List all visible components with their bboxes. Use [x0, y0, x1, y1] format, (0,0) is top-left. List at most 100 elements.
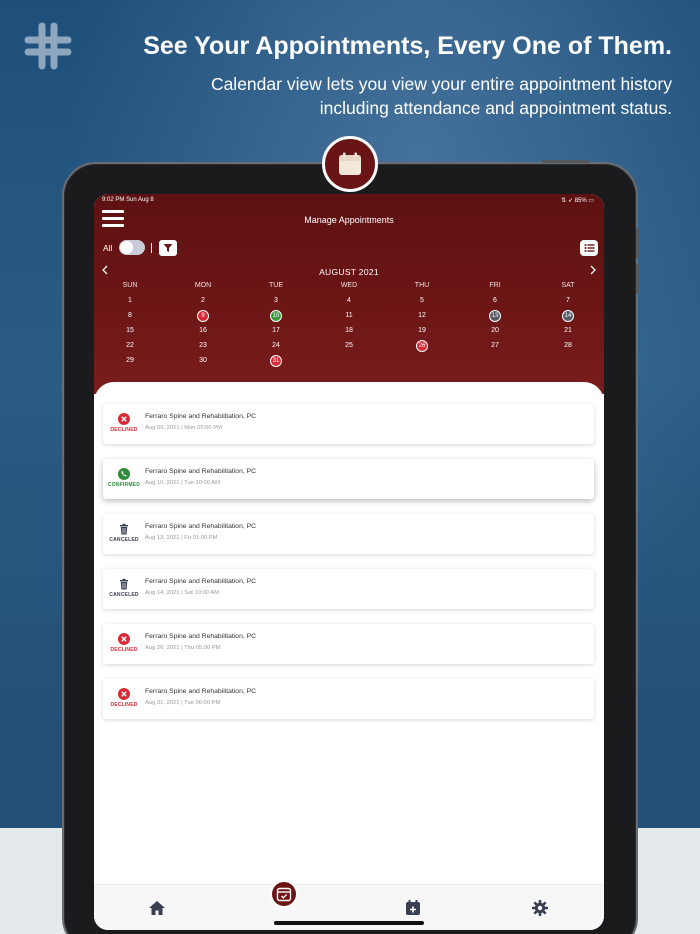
calendar-day[interactable]: 12: [412, 310, 432, 322]
calendar-day[interactable]: 7: [558, 295, 578, 307]
clinic-name: Ferraro Spine and Rehabilitation, PC: [145, 468, 257, 475]
home-indicator: [274, 921, 424, 925]
calendar-day[interactable]: 22: [120, 340, 140, 352]
clinic-name: Ferraro Spine and Rehabilitation, PC: [145, 413, 257, 420]
list-icon: [584, 244, 594, 252]
week-row: 29 30 31: [94, 355, 604, 370]
clinic-name: Ferraro Spine and Rehabilitation, PC: [145, 688, 257, 695]
weekday-label: FRI: [489, 282, 501, 289]
weekday-label: SAT: [561, 282, 575, 289]
calendar-day[interactable]: 26: [416, 340, 428, 352]
weekday-row: SUN MON TUE WED THU FRI SAT: [94, 280, 604, 295]
appointment-list: DECLINED Ferraro Spine and Rehabilitation…: [94, 382, 604, 930]
volume-button: [636, 228, 639, 258]
appointment-card[interactable]: DECLINED Ferraro Spine and Rehabilitation…: [103, 679, 594, 719]
x-circle-icon: [118, 632, 130, 645]
weekday-label: TUE: [269, 282, 283, 289]
week-row: 8 9 10 11 12 13 14: [94, 310, 604, 325]
calendar-day[interactable]: 16: [193, 325, 213, 337]
calendar-day[interactable]: 6: [485, 295, 505, 307]
appointment-datetime: Aug 10, 2021 | Tue 10:00 AM: [145, 480, 220, 486]
all-toggle[interactable]: [119, 240, 145, 255]
power-button: [542, 160, 590, 163]
calendar-day[interactable]: 29: [120, 355, 140, 367]
calendar-day[interactable]: 24: [266, 340, 286, 352]
trash-icon: [118, 577, 130, 590]
appointment-datetime: Aug 26, 2021 | Thu 05:00 PM: [145, 645, 221, 651]
calendar-day[interactable]: 28: [558, 340, 578, 352]
calendar-day[interactable]: 9: [197, 310, 209, 322]
calendar-day[interactable]: 30: [193, 355, 213, 367]
filter-icon: [163, 244, 173, 252]
appointment-card[interactable]: CONFIRMED Ferraro Spine and Rehabilitatio…: [103, 459, 594, 499]
calendar-day[interactable]: 8: [120, 310, 140, 322]
brand-logo-icon: [24, 22, 72, 70]
calendar-day[interactable]: 10: [270, 310, 282, 322]
calendar-day[interactable]: 27: [485, 340, 505, 352]
filter-button[interactable]: [159, 240, 177, 256]
appointment-card[interactable]: CANCELED Ferraro Spine and Rehabilitation…: [103, 569, 594, 609]
promo-subline: Calendar view lets you view your entire …: [210, 74, 672, 118]
x-circle-icon: [118, 412, 130, 425]
x-circle-icon: [118, 687, 130, 700]
calendar-day[interactable]: 15: [120, 325, 140, 337]
status-label: CANCELED: [109, 537, 139, 543]
appointment-datetime: Aug 13, 2021 | Fri 01:00 PM: [145, 535, 218, 541]
calendar-icon: [339, 152, 361, 175]
calendar-grid: SUN MON TUE WED THU FRI SAT 1 2 3 4 5 6 7 8 9 10 11 12 13 14…: [94, 280, 604, 370]
appointment-card[interactable]: DECLINED Ferraro Spine and Rehabilitation…: [103, 624, 594, 664]
week-row: 1 2 3 4 5 6 7: [94, 295, 604, 310]
calendar-day[interactable]: 18: [339, 325, 359, 337]
toggle-knob: [120, 241, 133, 254]
app-screen: 9:02 PM Sun Aug 8 ⇅ ➶ 85% ▭ Manage Appoi…: [94, 194, 604, 930]
weekday-label: WED: [340, 282, 358, 289]
next-month-button[interactable]: [589, 264, 597, 278]
calendar-plus-icon[interactable]: [404, 899, 422, 917]
month-label: AUGUST 2021: [319, 267, 379, 277]
promo-headline: See Your Appointments, Every One of Them…: [143, 32, 672, 60]
calendar-day[interactable]: 4: [339, 295, 359, 307]
appointment-datetime: Aug 09, 2021 | Mon 05:00 PM: [145, 425, 222, 431]
appointment-card[interactable]: CANCELED Ferraro Spine and Rehabilitation…: [103, 514, 594, 554]
gear-icon[interactable]: [531, 899, 549, 917]
status-indicators: ⇅ ➶ 85% ▭: [561, 198, 594, 204]
trash-icon: [118, 522, 130, 535]
calendar-day[interactable]: 19: [412, 325, 432, 337]
tab-appointments[interactable]: [270, 880, 298, 908]
weekday-label: THU: [414, 282, 430, 289]
home-icon[interactable]: [148, 899, 166, 917]
calendar-day[interactable]: 1: [120, 295, 140, 307]
calendar-day[interactable]: 2: [193, 295, 213, 307]
calendar-day[interactable]: 21: [558, 325, 578, 337]
calendar-day[interactable]: 31: [270, 355, 282, 367]
calendar-day[interactable]: 17: [266, 325, 286, 337]
status-label: CANCELED: [109, 592, 139, 598]
page-title: Manage Appointments: [304, 215, 394, 225]
week-row: 22 23 24 25 26 27 28: [94, 340, 604, 355]
appointment-datetime: Aug 14, 2021 | Sat 10:00 AM: [145, 590, 220, 596]
week-row: 15 16 17 18 19 20 21: [94, 325, 604, 340]
status-label: DECLINED: [110, 427, 138, 433]
chevron-right-icon: [590, 265, 596, 275]
calendar-day[interactable]: 20: [485, 325, 505, 337]
clinic-name: Ferraro Spine and Rehabilitation, PC: [145, 633, 257, 640]
calendar-day[interactable]: 25: [339, 340, 359, 352]
weekday-label: MON: [194, 282, 212, 289]
calendar-day[interactable]: 11: [339, 310, 359, 322]
clinic-name: Ferraro Spine and Rehabilitation, PC: [145, 578, 257, 585]
weekday-label: SUN: [122, 282, 138, 289]
calendar-day[interactable]: 14: [562, 310, 574, 322]
status-label: DECLINED: [110, 647, 138, 653]
calendar-check-icon: [276, 887, 292, 902]
calendar-day[interactable]: 23: [193, 340, 213, 352]
appointment-card[interactable]: DECLINED Ferraro Spine and Rehabilitation…: [103, 404, 594, 444]
calendar-day[interactable]: 13: [489, 310, 501, 322]
appointment-datetime: Aug 31, 2021 | Tue 06:00 PM: [145, 700, 221, 706]
calendar-day[interactable]: 3: [266, 295, 286, 307]
volume-button: [636, 264, 639, 294]
calendar-day[interactable]: 5: [412, 295, 432, 307]
status-label: CONFIRMED: [107, 482, 141, 488]
phone-icon: [118, 467, 130, 480]
toolbar-divider: [151, 243, 152, 253]
list-view-button[interactable]: [580, 240, 598, 256]
